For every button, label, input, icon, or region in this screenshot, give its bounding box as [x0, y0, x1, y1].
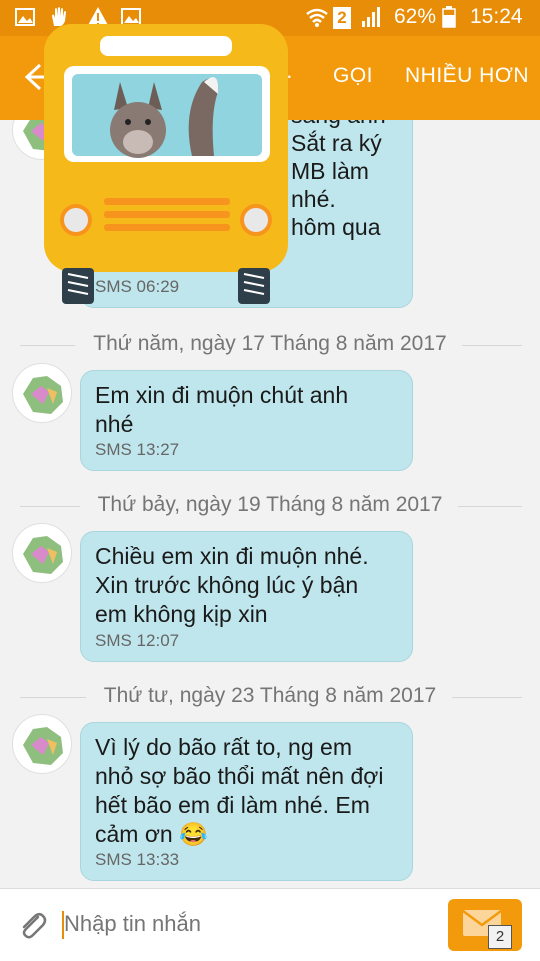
avatar — [12, 714, 72, 774]
message-line: MB làm — [291, 158, 369, 184]
avatar — [12, 523, 72, 583]
message-text: Chiều em xin đi muộn nhé. Xin trước khôn… — [95, 543, 369, 627]
date-separator: Thứ bảy, ngày 19 Tháng 8 năm 2017 — [97, 493, 443, 516]
message-bubble[interactable]: Chiều em xin đi muộn nhé. Xin trước khôn… — [80, 531, 413, 662]
paperclip-icon[interactable] — [16, 909, 50, 943]
signal-icon — [362, 7, 380, 27]
battery-percent: 62% — [394, 5, 437, 28]
message-input[interactable] — [62, 903, 436, 945]
date-separator: Thứ tư, ngày 23 Tháng 8 năm 2017 — [103, 684, 437, 707]
date-separator: Thứ năm, ngày 17 Tháng 8 năm 2017 — [93, 332, 447, 355]
sim-indicator: 2 — [333, 7, 351, 29]
call-button[interactable]: GỌI — [333, 64, 373, 88]
gallery-icon — [15, 8, 35, 26]
message-meta: SMS 13:33 — [95, 850, 180, 869]
message-line: Sắt ra ký — [291, 130, 382, 156]
message-bubble[interactable]: Em xin đi muộn chút anh nhé SMS 13:27 — [80, 370, 413, 471]
sim-badge: 2 — [488, 925, 512, 949]
more-button[interactable]: NHIỀU HƠN — [405, 64, 529, 88]
message-line: hôm qua — [291, 214, 381, 240]
message-meta: SMS 13:27 — [95, 440, 180, 459]
message-composer: 2 — [0, 888, 540, 961]
message-line: sang anh — [291, 120, 386, 129]
wifi-icon — [306, 8, 328, 27]
bus-sticker — [44, 24, 288, 304]
battery-icon — [442, 6, 456, 28]
message-meta: SMS 12:07 — [95, 631, 180, 650]
avatar — [12, 363, 72, 423]
message-line: nhé. — [291, 186, 336, 212]
message-text: Vì lý do bão rất to, ng em nhỏ sợ bão th… — [95, 734, 384, 847]
message-text: Em xin đi muộn chút anh nhé — [95, 382, 349, 437]
message-bubble[interactable]: Vì lý do bão rất to, ng em nhỏ sợ bão th… — [80, 722, 413, 881]
clock: 15:24 — [470, 5, 523, 28]
